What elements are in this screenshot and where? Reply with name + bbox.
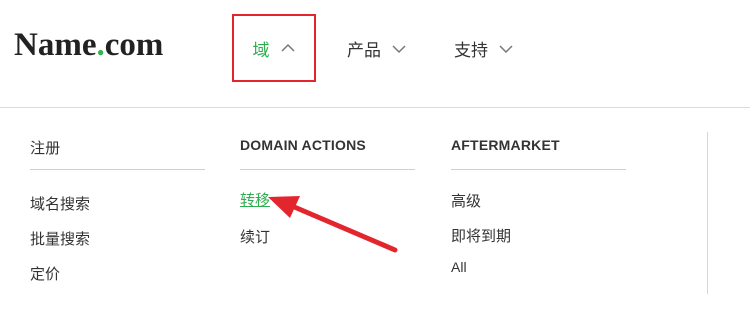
annotation-arrow-icon <box>268 196 398 253</box>
